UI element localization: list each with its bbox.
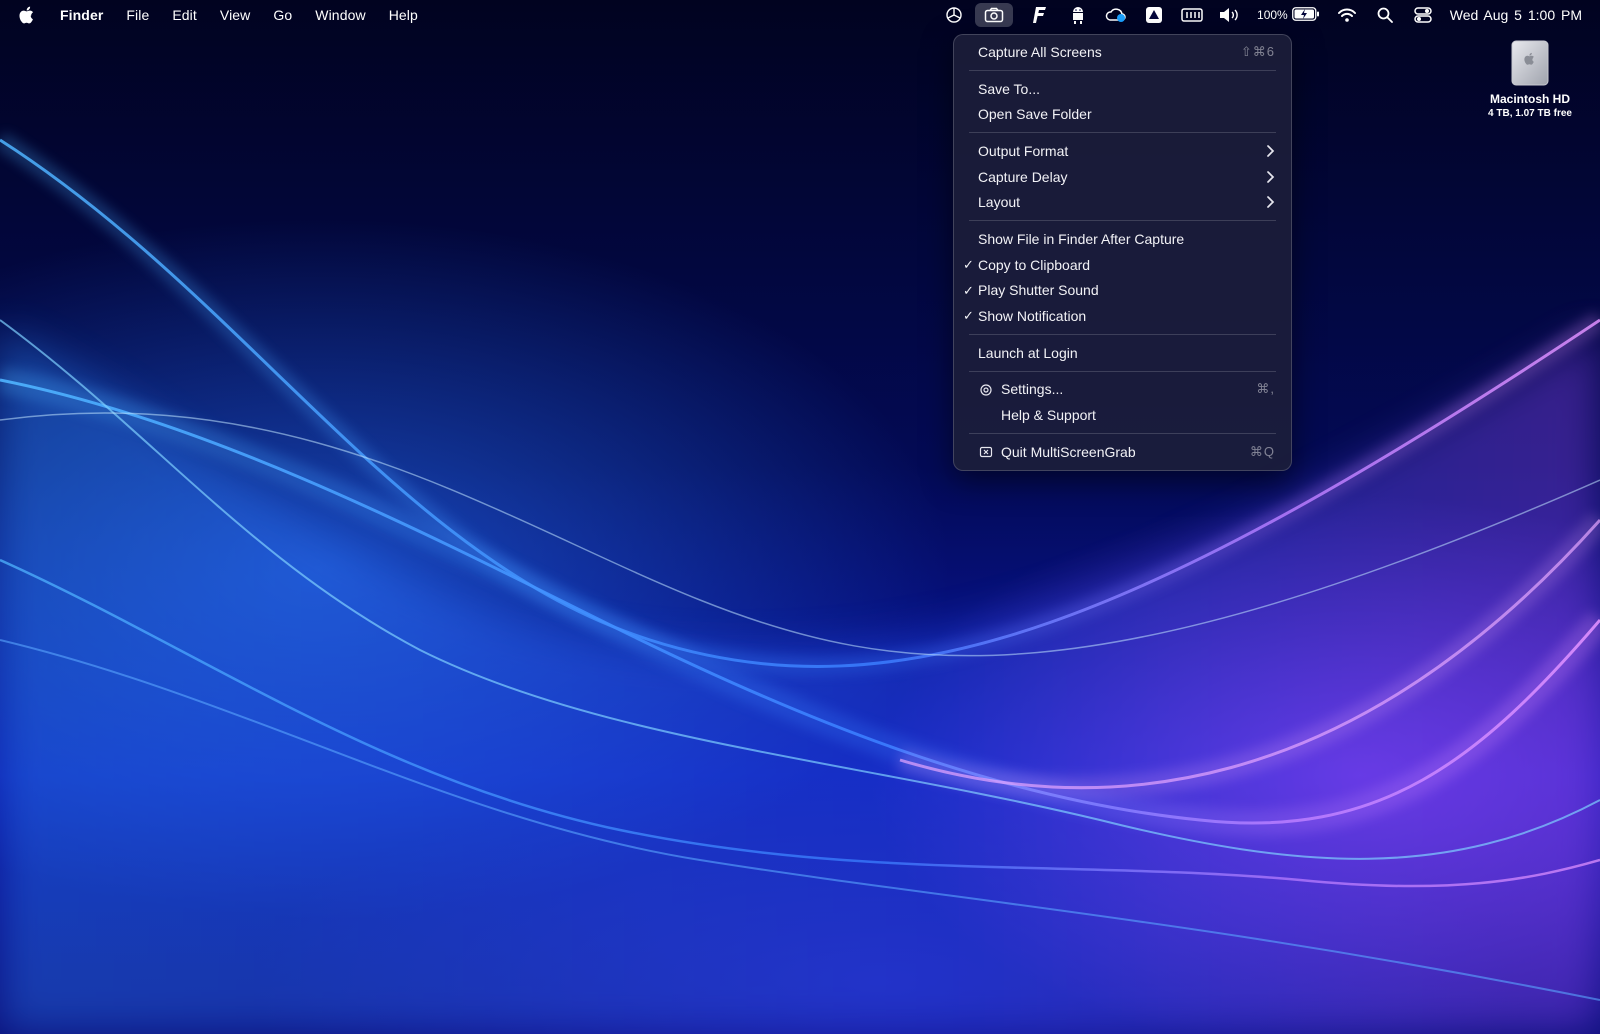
menu-item-label: Layout (978, 194, 1021, 211)
menu-go[interactable]: Go (273, 7, 292, 23)
menu-item-save-to[interactable]: Save To... (954, 76, 1291, 102)
menu-app-finder[interactable]: Finder (60, 7, 103, 23)
chevron-right-icon (1265, 170, 1275, 184)
camera-icon[interactable] (975, 3, 1014, 27)
menu-item-label: Help & Support (1001, 407, 1096, 424)
menu-item-open-save-folder[interactable]: Open Save Folder (954, 101, 1291, 127)
menubar-clock[interactable]: Wed Aug 5 1:00 PM (1450, 7, 1582, 23)
shortcut-label: ⌘Q (1249, 443, 1275, 459)
memory-icon[interactable] (1181, 4, 1203, 26)
multiscreengrab-menu: Capture All Screens ⇧⌘6 Save To... Open … (953, 34, 1292, 471)
menu-item-label: Quit MultiScreenGrab (1001, 443, 1136, 460)
disk-capacity-label: 4 TB, 1.07 TB free (1488, 108, 1572, 119)
menu-edit[interactable]: Edit (172, 7, 197, 23)
android-icon[interactable] (1067, 4, 1089, 26)
menu-separator (969, 220, 1276, 222)
menu-separator (969, 432, 1276, 434)
checkmark-icon: ✓ (963, 308, 974, 324)
menu-item-copy-to-clipboard[interactable]: ✓ Copy to Clipboard (954, 252, 1291, 278)
chevron-right-icon (1265, 195, 1275, 209)
menu-item-label: Settings... (1001, 381, 1064, 398)
menu-item-label: Capture Delay (978, 168, 1068, 185)
desktop-wallpaper (0, 0, 1600, 1034)
battery-percent: 100% (1257, 8, 1288, 22)
checkmark-icon: ✓ (963, 282, 974, 298)
checkmark-icon: ✓ (963, 256, 974, 272)
volume-icon[interactable] (1219, 4, 1241, 26)
menu-item-label: Play Shutter Sound (978, 282, 1099, 299)
menu-view[interactable]: View (220, 7, 251, 23)
disk-name-label: Macintosh HD (1489, 92, 1570, 106)
menu-item-label: Show Notification (978, 308, 1087, 325)
menu-item-label: Open Save Folder (978, 106, 1092, 123)
spotlight-search-icon[interactable] (1374, 4, 1396, 26)
control-center-icon[interactable] (1412, 4, 1434, 26)
chevron-right-icon (1265, 144, 1275, 158)
menu-bar: Finder File Edit View Go Window Help 100… (0, 0, 1600, 30)
menu-window[interactable]: Window (315, 7, 365, 23)
menu-separator (969, 370, 1276, 372)
menu-item-show-notification[interactable]: ✓ Show Notification (954, 303, 1291, 329)
battery-status[interactable]: 100% (1257, 6, 1320, 24)
menu-help[interactable]: Help (389, 7, 418, 23)
menu-item-show-file-in-finder[interactable]: Show File in Finder After Capture (954, 226, 1291, 252)
menu-separator (969, 333, 1276, 335)
desktop-disk-macintosh-hd[interactable]: Macintosh HD 4 TB, 1.07 TB free (1470, 40, 1590, 119)
menu-item-settings[interactable]: Settings... ⌘, (954, 377, 1291, 403)
menu-file[interactable]: File (126, 7, 149, 23)
menu-item-label: Launch at Login (978, 344, 1078, 361)
hard-drive-icon (1511, 40, 1549, 86)
menu-item-output-format[interactable]: Output Format (954, 138, 1291, 164)
menu-item-layout[interactable]: Layout (954, 189, 1291, 215)
menu-item-label: Save To... (978, 80, 1041, 97)
shortcut-label: ⇧⌘6 (1240, 43, 1275, 59)
menu-item-quit[interactable]: Quit MultiScreenGrab ⌘Q (954, 439, 1291, 465)
menu-separator (969, 69, 1276, 71)
menu-item-label: Show File in Finder After Capture (978, 230, 1185, 247)
f-app-icon[interactable] (1029, 4, 1051, 26)
quit-icon (979, 445, 993, 459)
menu-item-play-shutter-sound[interactable]: ✓ Play Shutter Sound (954, 278, 1291, 304)
shortcut-label: ⌘, (1256, 381, 1275, 397)
menu-item-capture-all-screens[interactable]: Capture All Screens ⇧⌘6 (954, 39, 1291, 65)
menu-item-launch-at-login[interactable]: Launch at Login (954, 340, 1291, 366)
menu-item-label: Copy to Clipboard (978, 256, 1091, 273)
menu-item-label: Capture All Screens (978, 43, 1102, 60)
wifi-icon[interactable] (1336, 4, 1358, 26)
menu-separator (969, 132, 1276, 134)
menu-item-help-support[interactable]: Help & Support (954, 402, 1291, 428)
gear-icon (979, 383, 993, 397)
menu-item-label: Output Format (978, 142, 1069, 159)
openai-icon[interactable] (943, 4, 965, 26)
cloud-sync-icon[interactable] (1105, 4, 1127, 26)
apple-icon[interactable] (18, 5, 36, 25)
drive-icon[interactable] (1143, 4, 1165, 26)
menu-item-capture-delay[interactable]: Capture Delay (954, 164, 1291, 190)
battery-charging-icon (1291, 6, 1320, 24)
